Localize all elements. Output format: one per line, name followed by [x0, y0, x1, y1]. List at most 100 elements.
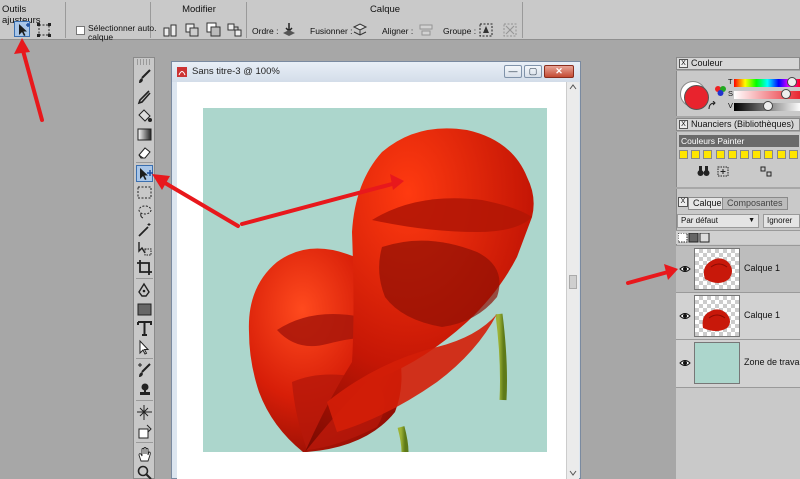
cloner-icon [138, 363, 151, 377]
swatches-panel-header[interactable]: X Nuanciers (Bibliothèques) [676, 118, 800, 131]
lasso-icon [138, 205, 152, 219]
eraser-tool[interactable] [136, 144, 153, 161]
document-titlebar[interactable]: Sans titre-3 @ 100% — ▢ ✕ [172, 62, 580, 82]
brush-tool[interactable] [136, 68, 153, 85]
grabber-tool[interactable] [136, 446, 153, 463]
layer-name: Calque 1 [744, 263, 781, 273]
arrow-head [14, 38, 30, 54]
maximize-icon: ▢ [528, 66, 538, 76]
saturation-knob[interactable] [780, 89, 791, 99]
color-swatch[interactable] [727, 150, 737, 159]
color-swatch[interactable] [776, 150, 786, 159]
merge-button[interactable] [352, 22, 368, 38]
group-label: Groupe : [443, 26, 477, 36]
visibility-eye-icon[interactable] [679, 311, 691, 321]
scroll-up-icon[interactable] [569, 84, 577, 90]
tab-components[interactable]: Composantes [722, 197, 788, 210]
swatches-panel-close-icon[interactable]: X [679, 120, 688, 129]
layers-panel-close-icon[interactable]: X [678, 197, 688, 207]
shape-selection-tool[interactable] [136, 339, 153, 356]
layer-row-1[interactable]: Calque 1 [676, 245, 800, 292]
rubber-stamp-tool[interactable] [136, 381, 153, 398]
color-swatch[interactable] [679, 150, 688, 159]
layer-lock-icons[interactable] [678, 233, 712, 243]
magic-wand-icon [138, 223, 151, 237]
hue-slider[interactable]: T [728, 77, 800, 87]
layer-adjuster-tool-button[interactable] [14, 21, 30, 37]
swap-colors-icon[interactable] [707, 101, 717, 111]
toolbox-grip[interactable] [137, 59, 151, 65]
magnifier-tool[interactable] [136, 464, 153, 479]
color-swatch[interactable] [764, 150, 774, 159]
selection-adjuster-icon [138, 242, 152, 256]
layer-row-canvas[interactable]: Zone de travail [676, 339, 800, 387]
color-swatch[interactable] [740, 150, 749, 159]
align-button[interactable] [418, 22, 434, 38]
auto-select-layer-checkbox[interactable] [76, 26, 85, 35]
color-swatch[interactable] [715, 150, 725, 159]
rect-select-tool[interactable] [136, 184, 153, 201]
canvas-artwork[interactable] [177, 82, 566, 479]
color-mix-icon[interactable] [713, 84, 727, 98]
dropper-tool[interactable] [136, 88, 153, 105]
hue-label: T [728, 77, 733, 86]
modify-button-1[interactable] [162, 22, 178, 38]
transform-tool-button[interactable] [36, 22, 52, 38]
value-knob[interactable] [762, 101, 773, 111]
value-slider[interactable]: V [728, 101, 800, 111]
modify-button-2[interactable] [184, 22, 200, 38]
paint-bucket-tool[interactable] [136, 107, 153, 124]
cloner-tool[interactable] [136, 362, 153, 379]
composite-method-select[interactable]: Par défaut ▼ [677, 214, 759, 228]
color-swatch[interactable] [788, 150, 798, 159]
color-panel-header[interactable]: X Couleur [676, 57, 800, 70]
hue-knob[interactable] [787, 77, 797, 87]
modify-button-4[interactable] [227, 22, 243, 38]
lasso-tool[interactable] [136, 203, 153, 220]
divine-proportion-tool[interactable] [136, 404, 153, 421]
magic-wand-tool[interactable] [136, 222, 153, 239]
preserve-value: Ignorer [767, 216, 793, 225]
auto-select-label-line2: calque [88, 32, 114, 42]
rectangle-shape-tool[interactable] [136, 301, 153, 318]
scroll-thumb[interactable] [569, 275, 577, 289]
poppy-thumbnail [703, 258, 732, 283]
group-button[interactable] [478, 22, 494, 38]
scroll-down-icon[interactable] [569, 470, 577, 476]
main-color-swatch[interactable] [684, 85, 709, 110]
layer-name: Zone de travail [744, 357, 800, 367]
stack-layers-icon [185, 23, 199, 37]
layer-section-title: Calque [369, 4, 401, 15]
color-swatch[interactable] [703, 150, 713, 159]
minimize-button[interactable]: — [504, 65, 522, 78]
visibility-eye-icon[interactable] [679, 358, 691, 368]
canvas-area[interactable] [177, 82, 566, 479]
rubber-stamp-icon [140, 383, 150, 395]
paint-fill-tool[interactable] [136, 423, 153, 440]
ungroup-button[interactable] [502, 22, 518, 38]
text-tool[interactable] [136, 320, 153, 337]
modify-button-3[interactable] [206, 22, 222, 38]
layer-adjuster-tool[interactable] [136, 165, 153, 182]
transform-icon [37, 23, 51, 37]
dropper-icon [137, 90, 151, 105]
swatch-options-icon[interactable] [760, 166, 772, 177]
crop-tool[interactable] [136, 259, 153, 276]
maximize-button[interactable]: ▢ [524, 65, 542, 78]
color-panel-close-icon[interactable]: X [679, 59, 688, 68]
selection-adjuster-tool[interactable] [136, 240, 153, 257]
add-swatch-icon[interactable] [717, 166, 729, 177]
saturation-slider[interactable]: S [728, 89, 800, 99]
color-swatch[interactable] [752, 150, 762, 159]
layer-row-2[interactable]: Calque 1 [676, 292, 800, 339]
gradient-tool[interactable] [136, 126, 153, 143]
preserve-select[interactable]: Ignorer [763, 214, 800, 228]
visibility-eye-icon[interactable] [679, 264, 691, 274]
vertical-scrollbar[interactable] [566, 82, 579, 479]
order-button[interactable] [281, 22, 297, 38]
eraser-icon [138, 147, 151, 159]
color-swatch[interactable] [691, 150, 701, 159]
pen-tool[interactable] [136, 282, 153, 299]
binoculars-icon[interactable] [697, 165, 710, 177]
close-button[interactable]: ✕ [544, 65, 574, 78]
